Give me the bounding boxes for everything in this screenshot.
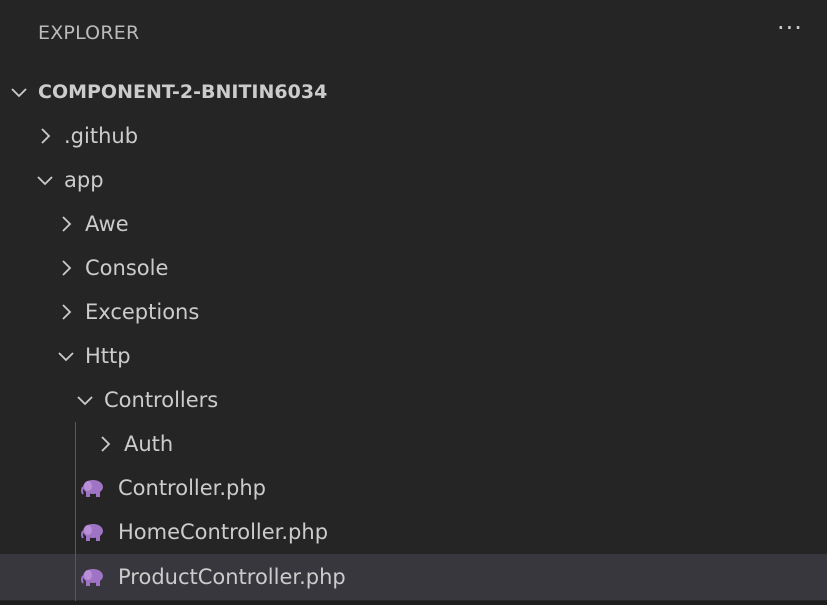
tree-item-label: HomeController.php (118, 520, 329, 544)
tree-root-label: COMPONENT-2-BNITIN6034 (38, 81, 328, 103)
tree-item-label: Exceptions (85, 300, 200, 324)
chevron-right-icon (94, 433, 116, 455)
tree-item-auth[interactable]: Auth (0, 422, 827, 466)
php-elephant-icon (80, 521, 106, 543)
tree-item-homecontroller-php[interactable]: HomeController.php (0, 510, 827, 554)
chevron-down-icon (74, 389, 96, 411)
explorer-title: EXPLORER (38, 22, 140, 44)
tree-root-folder[interactable]: COMPONENT-2-BNITIN6034 (0, 70, 827, 114)
php-elephant-icon (80, 477, 106, 499)
tree-item-productcontroller-php[interactable]: ProductController.php (0, 554, 827, 600)
chevron-down-icon (8, 81, 30, 103)
tree-item-label: app (64, 168, 104, 192)
indent-guide (75, 422, 76, 605)
tree-item-label: Controllers (104, 388, 219, 412)
panel-bottom-border (0, 601, 827, 605)
tree-item-console[interactable]: Console (0, 246, 827, 290)
tree-item-app[interactable]: app (0, 158, 827, 202)
tree-item-awe[interactable]: Awe (0, 202, 827, 246)
chevron-right-icon (34, 125, 56, 147)
chevron-down-icon (34, 169, 56, 191)
tree-item-exceptions[interactable]: Exceptions (0, 290, 827, 334)
chevron-right-icon (55, 301, 77, 323)
php-elephant-icon (80, 566, 106, 588)
tree-item-label: ProductController.php (118, 565, 346, 589)
tree-item-controllers[interactable]: Controllers (0, 378, 827, 422)
chevron-right-icon (55, 213, 77, 235)
chevron-down-icon (55, 345, 77, 367)
tree-item-label: Controller.php (118, 476, 267, 500)
tree-item-label: .github (64, 124, 139, 148)
tree-item-http[interactable]: Http (0, 334, 827, 378)
explorer-panel: EXPLORER ··· COMPONENT-2-BNITIN6034 .git… (0, 0, 827, 605)
tree-item-github[interactable]: .github (0, 114, 827, 158)
tree-item-label: Console (85, 256, 169, 280)
tree-item-label: Auth (124, 432, 174, 456)
tree-item-controller-php[interactable]: Controller.php (0, 466, 827, 510)
explorer-header: EXPLORER ··· (0, 0, 827, 70)
more-actions-button[interactable]: ··· (777, 16, 803, 40)
tree-item-label: Awe (85, 212, 129, 236)
tree-item-label: Http (85, 344, 131, 368)
chevron-right-icon (55, 257, 77, 279)
